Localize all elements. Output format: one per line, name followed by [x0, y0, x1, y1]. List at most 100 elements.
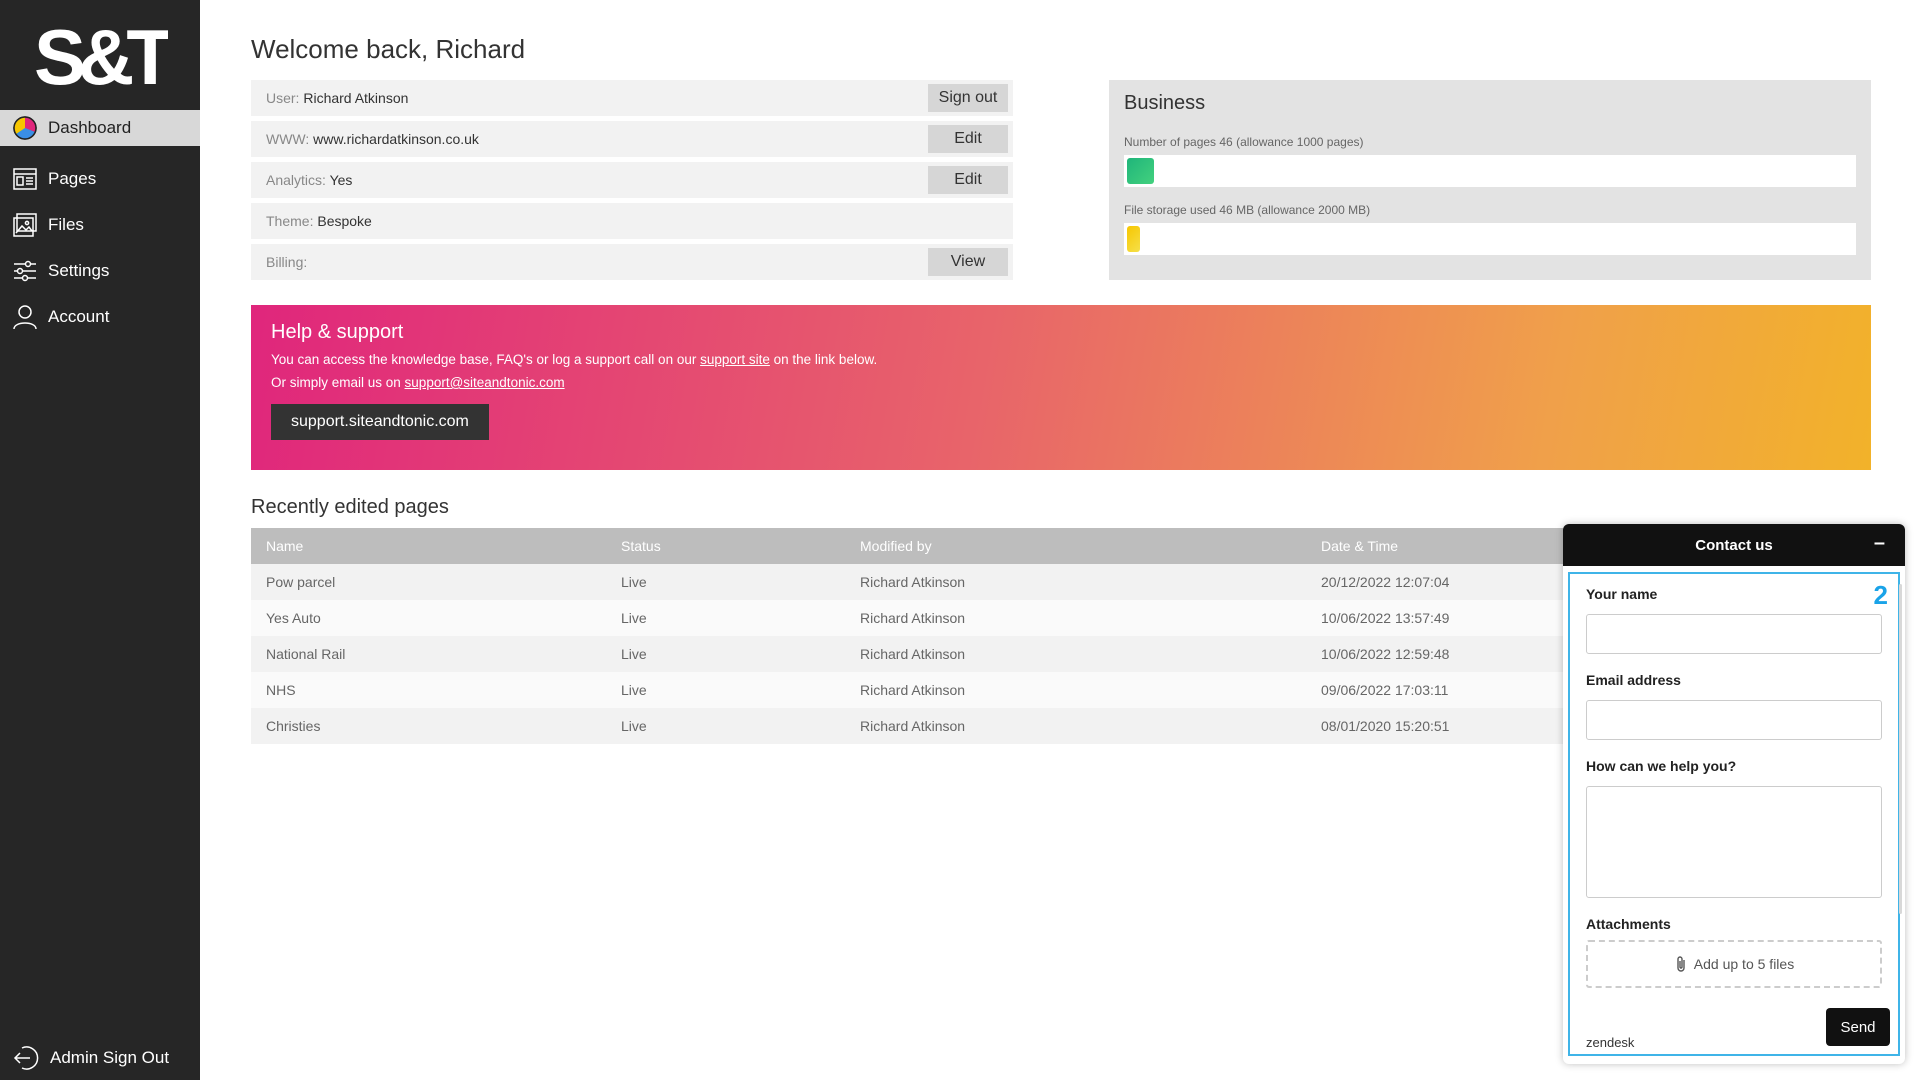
sidebar-item-label: Pages — [48, 169, 97, 188]
send-button[interactable]: Send — [1826, 1008, 1890, 1046]
sidebar-item-label: Dashboard — [48, 118, 132, 137]
edit-www-button[interactable]: Edit — [928, 125, 1008, 153]
info-label: Analytics: — [266, 172, 326, 188]
help-message-label: How can we help you? — [1586, 758, 1737, 774]
contact-widget: Contact us – 2 Your name Email address H… — [1563, 524, 1905, 1064]
info-value: Bespoke — [317, 213, 372, 229]
cell-status: Live — [621, 682, 647, 698]
help-title: Help & support — [271, 321, 404, 343]
sidebar-item-account[interactable]: Account — [0, 294, 200, 340]
attachments-dropzone[interactable]: Add up to 5 files — [1586, 940, 1882, 988]
settings-icon — [12, 258, 38, 284]
cell-modified-by: Richard Atkinson — [860, 682, 966, 698]
email-input[interactable] — [1586, 700, 1882, 740]
cell-name: Christies — [266, 718, 321, 734]
zendesk-brand[interactable]: zendesk — [1586, 1035, 1634, 1050]
pages-usage-bar — [1124, 155, 1856, 187]
business-title: Business — [1124, 92, 1206, 114]
attachments-label: Attachments — [1586, 916, 1671, 932]
dashboard-icon — [12, 115, 38, 141]
sidebar-item-settings[interactable]: Settings — [0, 248, 200, 294]
sidebar-item-files[interactable]: Files — [0, 202, 200, 248]
info-row-theme: Theme: Bespoke — [251, 203, 1013, 239]
info-value: www.richardatkinson.co.uk — [313, 131, 479, 147]
help-message-textarea[interactable] — [1586, 786, 1882, 898]
cell-name: Yes Auto — [266, 610, 321, 626]
info-label: Theme: — [266, 213, 314, 229]
cell-status: Live — [621, 610, 647, 626]
cell-name: NHS — [266, 682, 296, 698]
sidebar-item-dashboard[interactable]: Dashboard — [0, 110, 200, 146]
sidebar: S&T Dashboard Pages Files Settings Accou… — [0, 0, 200, 1080]
sidebar-nav: Dashboard Pages Files Settings Account — [0, 110, 200, 340]
storage-usage-label: File storage used 46 MB (allowance 2000 … — [1124, 203, 1371, 217]
column-header[interactable]: Status — [621, 538, 860, 554]
info-row-analytics: Analytics: Yes Edit — [251, 162, 1013, 198]
recent-pages-table: Name Status Modified by Date & Time Pow … — [251, 528, 1651, 744]
table-row[interactable]: Yes Auto Live Richard Atkinson 10/06/202… — [251, 600, 1651, 636]
name-label: Your name — [1586, 586, 1658, 602]
cell-modified-by: Richard Atkinson — [860, 718, 966, 734]
cell-name: Pow parcel — [266, 574, 336, 590]
help-text: Or simply email us on — [271, 375, 405, 390]
pages-icon — [12, 166, 38, 192]
pages-usage-fill — [1127, 158, 1154, 184]
contact-title: Contact us — [1695, 536, 1773, 554]
sidebar-item-label: Settings — [48, 261, 110, 280]
sidebar-item-pages[interactable]: Pages — [0, 156, 200, 202]
support-site-button[interactable]: support.siteandtonic.com — [271, 404, 489, 440]
site-logo[interactable]: S&T — [34, 13, 181, 101]
column-header[interactable]: Modified by — [860, 538, 1321, 554]
cell-status: Live — [621, 574, 647, 590]
minimize-button[interactable]: – — [1874, 532, 1885, 555]
contact-scrollbar[interactable] — [1899, 584, 1902, 914]
cell-status: Live — [621, 718, 647, 734]
help-support-banner: Help & support You can access the knowle… — [251, 305, 1871, 470]
sidebar-item-label: Files — [48, 215, 84, 234]
help-text-line2: Or simply email us on support@siteandton… — [271, 375, 1851, 390]
storage-usage-fill — [1127, 226, 1140, 252]
svg-text:S&T: S&T — [34, 18, 168, 94]
attach-text: Add up to 5 files — [1693, 956, 1795, 972]
cell-modified-by: Richard Atkinson — [860, 646, 966, 662]
sign-out-button[interactable]: Sign out — [928, 84, 1008, 112]
column-header[interactable]: Name — [251, 538, 621, 554]
account-info: User: Richard Atkinson Sign out WWW: www… — [251, 80, 1013, 285]
cell-name: National Rail — [266, 646, 346, 662]
table-row[interactable]: NHS Live Richard Atkinson 09/06/2022 17:… — [251, 672, 1651, 708]
cell-modified-by: Richard Atkinson — [860, 574, 966, 590]
info-label: WWW: — [266, 131, 310, 147]
info-value: Yes — [329, 172, 353, 188]
pages-usage-label: Number of pages 46 (allowance 1000 pages… — [1124, 135, 1364, 149]
sign-out-icon — [12, 1044, 40, 1072]
sidebar-item-label: Account — [48, 307, 110, 326]
table-row[interactable]: National Rail Live Richard Atkinson 10/0… — [251, 636, 1651, 672]
table-header: Name Status Modified by Date & Time — [251, 528, 1651, 564]
email-label: Email address — [1586, 672, 1681, 688]
info-row-user: User: Richard Atkinson Sign out — [251, 80, 1013, 116]
help-text: on the link below. — [769, 352, 878, 367]
files-icon — [12, 212, 38, 238]
support-email-link[interactable]: support@siteandtonic.com — [405, 375, 565, 390]
info-row-billing: Billing: View — [251, 244, 1013, 280]
table-row[interactable]: Pow parcel Live Richard Atkinson 20/12/2… — [251, 564, 1651, 600]
page-title: Welcome back, Richard — [251, 34, 526, 64]
info-label: User: — [266, 90, 300, 106]
help-text: You can access the knowledge base, FAQ's… — [271, 352, 701, 367]
name-input[interactable] — [1586, 614, 1882, 654]
info-row-www: WWW: www.richardatkinson.co.uk Edit — [251, 121, 1013, 157]
admin-sign-out-label: Admin Sign Out — [50, 1048, 170, 1067]
info-value: Richard Atkinson — [303, 90, 409, 106]
business-panel: Business Number of pages 46 (allowance 1… — [1109, 80, 1871, 280]
table-row[interactable]: Christies Live Richard Atkinson 08/01/20… — [251, 708, 1651, 744]
table-body: Pow parcel Live Richard Atkinson 20/12/2… — [251, 564, 1651, 744]
support-site-link[interactable]: support site — [700, 352, 770, 367]
admin-sign-out-button[interactable]: Admin Sign Out — [12, 1044, 169, 1072]
account-icon — [12, 304, 38, 330]
recent-pages-title: Recently edited pages — [251, 496, 449, 518]
logo-icon: S&T — [34, 13, 181, 101]
contact-header: Contact us – — [1563, 524, 1905, 566]
help-text-line1: You can access the knowledge base, FAQ's… — [271, 352, 1851, 367]
edit-analytics-button[interactable]: Edit — [928, 166, 1008, 194]
view-billing-button[interactable]: View — [928, 248, 1008, 276]
